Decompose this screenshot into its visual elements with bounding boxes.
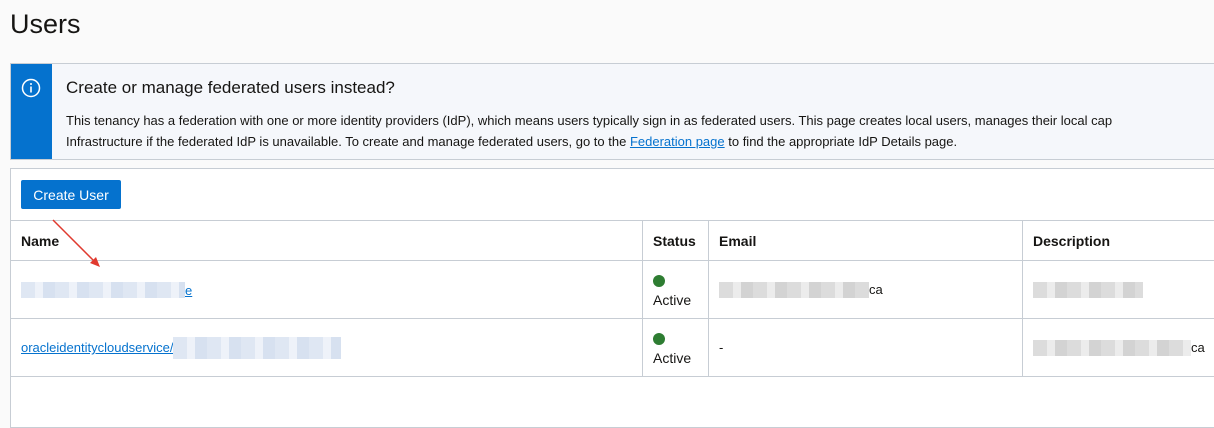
- table-row: oracleidentitycloudservice/ Active - ca: [11, 319, 1214, 377]
- banner-line-2: Infrastructure if the federated IdP is u…: [66, 131, 1112, 152]
- redacted-email: [719, 281, 869, 298]
- banner-title: Create or manage federated users instead…: [66, 78, 395, 97]
- status-badge: Active: [653, 271, 691, 308]
- federation-info-banner: Create or manage federated users instead…: [10, 63, 1214, 160]
- create-user-button[interactable]: Create User: [21, 180, 121, 209]
- banner-line-2-before: Infrastructure if the federated IdP is u…: [66, 134, 630, 149]
- users-table-panel: Create User Name Status Email Descriptio…: [10, 168, 1214, 428]
- email-value: -: [719, 340, 724, 355]
- page-title: Users: [10, 9, 81, 39]
- federation-page-link[interactable]: Federation page: [630, 134, 725, 149]
- user-name-link[interactable]: oracleidentitycloudservice/: [21, 336, 342, 359]
- column-header-name[interactable]: Name: [11, 221, 643, 260]
- column-header-status[interactable]: Status: [643, 221, 709, 260]
- table-row: e Active ca: [11, 261, 1214, 319]
- column-header-email[interactable]: Email: [709, 221, 1023, 260]
- banner-line-1: This tenancy has a federation with one o…: [66, 113, 1113, 128]
- column-header-description[interactable]: Description: [1023, 221, 1214, 260]
- status-label: Active: [653, 292, 692, 308]
- active-status-icon: [653, 275, 665, 287]
- description-suffix: ca: [1191, 340, 1205, 355]
- redacted-description: [1033, 281, 1143, 298]
- banner-stripe: [11, 64, 52, 159]
- redacted-user-name: [21, 281, 185, 298]
- status-label: Active: [653, 350, 692, 366]
- status-badge: Active: [653, 329, 691, 366]
- info-icon: [21, 78, 41, 98]
- active-status-icon: [653, 333, 665, 345]
- user-name-link[interactable]: e: [21, 281, 192, 298]
- email-suffix: ca: [869, 282, 883, 297]
- banner-text: This tenancy has a federation with one o…: [66, 110, 1112, 152]
- redacted-description: [1033, 339, 1191, 356]
- table-header: Name Status Email Description: [11, 221, 1214, 261]
- users-table: Name Status Email Description e Active c…: [11, 220, 1214, 377]
- redacted-user-name: [173, 336, 342, 359]
- banner-line-2-after: to find the appropriate IdP Details page…: [724, 134, 958, 149]
